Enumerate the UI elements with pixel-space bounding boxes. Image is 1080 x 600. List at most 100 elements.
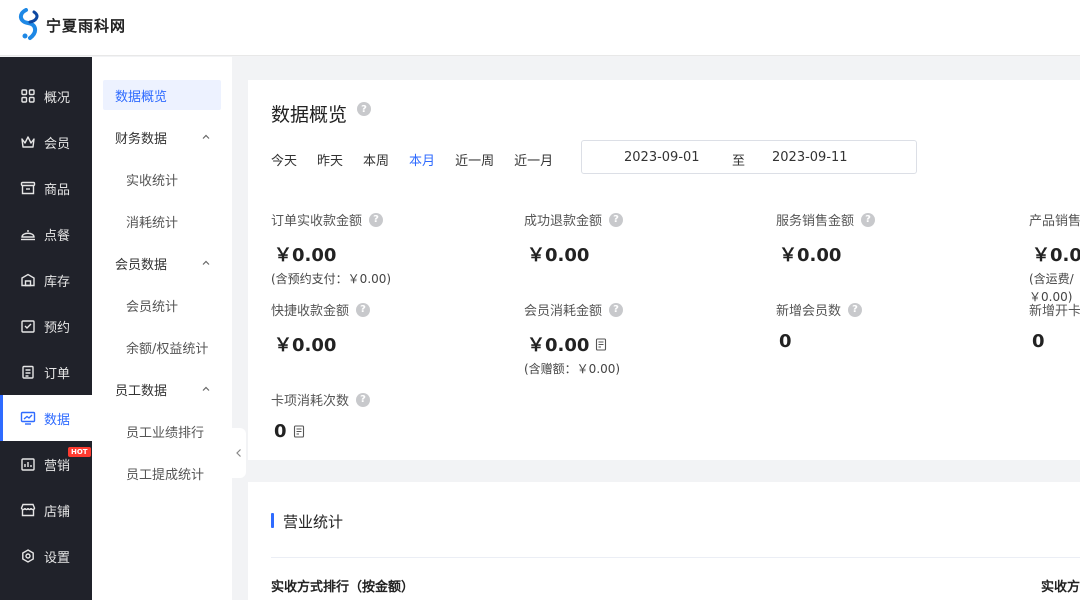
metric-value: ￥0.00 <box>779 245 842 266</box>
metric-label: 会员消耗金额 <box>524 304 603 319</box>
metric-new-cards: 新增开卡 0 <box>1029 300 1080 352</box>
metric-value: ￥0.00 <box>274 245 337 266</box>
metric-refund: 成功退款金额? ￥0.00 <box>524 210 764 267</box>
clipboard-icon <box>20 364 36 380</box>
calendar-check-icon <box>20 318 36 334</box>
metric-label: 快捷收款金额 <box>271 304 350 319</box>
help-icon[interactable]: ? <box>357 102 371 116</box>
metric-value: 0 <box>1032 331 1045 352</box>
subnav-group-staff[interactable]: 员工数据 <box>103 374 221 404</box>
section-title: 营业统计 <box>283 513 344 531</box>
filter-last-week[interactable]: 近一周 <box>455 150 494 169</box>
sidebar-item-label: 点餐 <box>44 228 71 244</box>
subnav-item-staff-ranking[interactable]: 员工业绩排行 <box>103 416 221 446</box>
sidebar-item-member[interactable]: 会员 <box>0 119 92 165</box>
help-icon[interactable]: ? <box>609 302 624 317</box>
brand-logo-icon <box>19 8 39 40</box>
sidebar-item-label: 库存 <box>44 274 71 290</box>
sidebar-item-goods[interactable]: 商品 <box>0 165 92 211</box>
sidebar-item-overview[interactable]: 概况 <box>0 73 92 119</box>
metric-label: 产品销售 <box>1029 214 1080 229</box>
metric-card-usage: 卡项消耗次数? 0 <box>271 390 511 442</box>
help-icon[interactable]: ? <box>356 392 371 407</box>
sidebar-item-inventory[interactable]: 库存 <box>0 257 92 303</box>
sidebar-item-label: 会员 <box>44 136 71 152</box>
filter-yesterday[interactable]: 昨天 <box>317 150 343 169</box>
subnav-item-consumption-stats[interactable]: 消耗统计 <box>103 206 221 236</box>
overview-card: 数据概览 ? 今天 昨天 本周 本月 近一周 近一月 2023-09-01 至 … <box>248 80 1080 460</box>
sidebar-item-label: 店铺 <box>44 504 71 520</box>
date-range-picker[interactable]: 2023-09-01 至 2023-09-11 <box>581 140 917 174</box>
sidebar-item-data[interactable]: 数据 <box>0 395 92 441</box>
metric-new-members: 新增会员数? 0 <box>776 300 1016 352</box>
metric-value: ￥0.00 <box>274 335 337 356</box>
metric-label: 服务销售金额 <box>776 214 855 229</box>
sidebar-item-marketing[interactable]: 营销 HOT <box>0 441 92 487</box>
metric-quick-pay: 快捷收款金额? ￥0.00 <box>271 300 511 357</box>
help-icon[interactable]: ? <box>356 302 371 317</box>
grid-icon <box>20 88 36 104</box>
subnav-group-label: 财务数据 <box>115 131 168 147</box>
metric-service-sales: 服务销售金额? ￥0.00 <box>776 210 1016 267</box>
document-icon[interactable] <box>595 337 607 351</box>
period-filter: 今天 昨天 本周 本月 近一周 近一月 <box>271 150 573 169</box>
metric-value: 0 <box>274 421 287 442</box>
subnav-group-member[interactable]: 会员数据 <box>103 248 221 278</box>
document-icon[interactable] <box>293 425 305 438</box>
shop-icon <box>20 502 36 518</box>
sidebar-item-label: 营销 <box>44 458 71 474</box>
metric-label: 成功退款金额 <box>524 214 603 229</box>
sidebar-item-orders[interactable]: 订单 <box>0 349 92 395</box>
metric-sub: (含运费/ <box>1029 272 1074 286</box>
sidebar-item-label: 订单 <box>44 366 71 382</box>
brand-logo[interactable]: 宁夏雨科网 <box>16 8 126 42</box>
subnav-item-balance-stats[interactable]: 余额/权益统计 <box>103 332 221 362</box>
chevron-left-icon <box>236 449 241 457</box>
business-stats-card: 营业统计 实收方式排行（按金额） 实收方 <box>248 482 1080 600</box>
subnav-group-label: 员工数据 <box>115 383 168 399</box>
chevron-up-icon <box>202 260 210 265</box>
payment-rank-title-right: 实收方 <box>1041 580 1080 595</box>
filter-this-month[interactable]: 本月 <box>409 150 435 169</box>
date-separator: 至 <box>732 154 746 169</box>
sub-sidebar: 数据概览 财务数据 实收统计 消耗统计 会员数据 会员统计 余额/权益统计 员工… <box>92 57 232 600</box>
main-sidebar: 概况 会员 商品 点餐 库存 预约 订单 数据 营销 HOT 店铺 设置 <box>0 57 92 600</box>
sidebar-item-label: 预约 <box>44 320 71 336</box>
sidebar-item-shop[interactable]: 店铺 <box>0 487 92 533</box>
help-icon[interactable]: ? <box>861 212 876 227</box>
metric-product-sales: 产品销售 ￥0.00 (含运费/￥0.00) <box>1029 210 1080 306</box>
sidebar-item-ordering[interactable]: 点餐 <box>0 211 92 257</box>
chevron-up-icon <box>202 134 210 139</box>
warehouse-icon <box>20 272 36 288</box>
subnav-group-label: 会员数据 <box>115 257 168 273</box>
gear-icon <box>20 548 36 564</box>
subnav-item-income-stats[interactable]: 实收统计 <box>103 164 221 194</box>
date-start: 2023-09-01 <box>624 150 700 165</box>
date-end: 2023-09-11 <box>772 150 848 165</box>
dish-icon <box>20 226 36 242</box>
help-icon[interactable]: ? <box>609 212 624 227</box>
help-icon[interactable]: ? <box>848 302 863 317</box>
filter-today[interactable]: 今天 <box>271 150 297 169</box>
subnav-group-finance[interactable]: 财务数据 <box>103 122 221 152</box>
page-title: 数据概览 <box>271 104 348 126</box>
payment-rank-title: 实收方式排行（按金额） <box>271 580 415 595</box>
collapse-sidebar-button[interactable] <box>232 428 246 478</box>
subnav-item-overview[interactable]: 数据概览 <box>103 80 221 110</box>
help-icon[interactable]: ? <box>369 212 384 227</box>
metric-value: ￥0.00 <box>527 335 590 356</box>
filter-this-week[interactable]: 本周 <box>363 150 389 169</box>
filter-last-month[interactable]: 近一月 <box>514 150 553 169</box>
sidebar-item-booking[interactable]: 预约 <box>0 303 92 349</box>
sidebar-item-label: 数据 <box>44 412 71 428</box>
metric-value: 0 <box>779 331 792 352</box>
subnav-item-member-stats[interactable]: 会员统计 <box>103 290 221 320</box>
metric-label: 卡项消耗次数 <box>271 394 350 409</box>
hot-badge: HOT <box>68 447 91 457</box>
crown-icon <box>20 134 36 150</box>
subnav-item-staff-commission[interactable]: 员工提成统计 <box>103 458 221 488</box>
marketing-icon <box>20 456 36 472</box>
sidebar-item-label: 商品 <box>44 182 71 198</box>
metric-sub: (含预约支付：￥0.00) <box>271 272 392 286</box>
sidebar-item-settings[interactable]: 设置 <box>0 533 92 579</box>
